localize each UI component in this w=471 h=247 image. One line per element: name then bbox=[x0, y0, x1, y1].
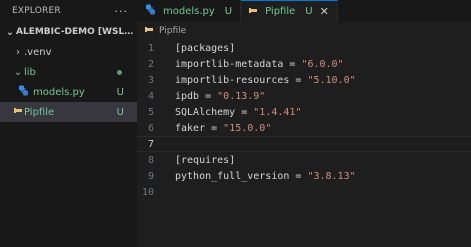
tree-item-label: .venv bbox=[24, 46, 52, 58]
explorer-header: EXPLORER ··· bbox=[0, 0, 137, 22]
python-file-icon bbox=[145, 4, 156, 18]
line-number: 10 bbox=[141, 186, 154, 198]
untracked-badge: U bbox=[116, 106, 124, 118]
pipfile-icon bbox=[145, 25, 155, 37]
line-number: 3 bbox=[147, 74, 154, 86]
code-key: python_full_version bbox=[175, 170, 290, 182]
code-string: "3.8.13" bbox=[307, 170, 356, 182]
breadcrumb-item[interactable]: Pipfile bbox=[159, 26, 186, 36]
tree-item-pipfile[interactable]: Pipfile U bbox=[0, 102, 137, 122]
line-number: 7 bbox=[147, 138, 154, 150]
code-text: [requires] bbox=[175, 154, 236, 166]
code-string: "15.0.0" bbox=[223, 122, 272, 134]
code-line: 8 [requires] bbox=[137, 152, 471, 168]
code-key: importlib-resources bbox=[175, 74, 290, 86]
tab-pipfile[interactable]: Pipfile U ✕ bbox=[241, 0, 338, 22]
python-file-icon bbox=[18, 85, 30, 99]
code-line: 9 python_full_version = "3.8.13" bbox=[137, 168, 471, 184]
code-operator: = bbox=[235, 106, 254, 118]
chevron-right-icon: › bbox=[16, 46, 20, 58]
tab-models-py[interactable]: models.py U bbox=[137, 0, 242, 22]
chevron-down-icon: ⌄ bbox=[13, 66, 23, 78]
code-line: 10 bbox=[137, 184, 471, 200]
tab-label: models.py bbox=[163, 5, 215, 17]
code-key: ipdb bbox=[175, 90, 200, 102]
tree-item-label: Pipfile bbox=[24, 106, 55, 118]
code-key: SQLAlchemy bbox=[175, 106, 236, 118]
code-operator: = bbox=[289, 74, 308, 86]
code-line: 6 faker = "15.0.0" bbox=[137, 120, 471, 136]
code-operator: = bbox=[283, 58, 302, 70]
line-number: 6 bbox=[147, 122, 154, 134]
pipfile-icon bbox=[249, 6, 258, 18]
code-operator: = bbox=[199, 90, 218, 102]
explorer-title: EXPLORER bbox=[12, 6, 61, 16]
line-number: 8 bbox=[147, 154, 154, 166]
more-actions-button[interactable]: ··· bbox=[115, 5, 129, 18]
code-text: [packages] bbox=[175, 42, 236, 54]
code-string: "5.10.0" bbox=[307, 74, 356, 86]
editor-tab-bar: models.py U Pipfile U ✕ bbox=[137, 0, 471, 22]
tree-item-venv[interactable]: › .venv bbox=[0, 42, 137, 62]
line-number: 4 bbox=[147, 90, 154, 102]
line-number: 1 bbox=[147, 42, 154, 54]
code-line: 5 SQLAlchemy = "1.4.41" bbox=[137, 104, 471, 120]
current-code-line: 7 bbox=[137, 136, 471, 152]
code-line: 4 ipdb = "0.13.9" bbox=[137, 88, 471, 104]
code-line: 3 importlib-resources = "5.10.0" bbox=[137, 72, 471, 88]
line-number: 2 bbox=[147, 58, 154, 70]
tree-item-label: models.py bbox=[33, 86, 85, 98]
tree-item-lib[interactable]: ⌄ lib bbox=[0, 62, 137, 82]
workspace-root-label: ALEMBIC-DEMO [WSL: UB... bbox=[16, 27, 134, 37]
code-key: importlib-metadata bbox=[175, 58, 284, 70]
chevron-down-icon: ⌄ bbox=[5, 26, 15, 38]
untracked-badge: U bbox=[116, 86, 124, 98]
code-string: "6.0.0" bbox=[301, 58, 344, 70]
code-line: 2 importlib-metadata = "6.0.0" bbox=[137, 56, 471, 72]
code-key: faker bbox=[175, 122, 206, 134]
tree-item-label: lib bbox=[24, 66, 36, 78]
untracked-badge: U bbox=[305, 6, 313, 17]
modified-dot-icon bbox=[117, 69, 122, 75]
explorer-sidebar: EXPLORER ··· ⌄ ALEMBIC-DEMO [WSL: UB... … bbox=[0, 0, 137, 247]
breadcrumb: Pipfile bbox=[137, 22, 471, 40]
workspace-root[interactable]: ⌄ ALEMBIC-DEMO [WSL: UB... bbox=[0, 22, 137, 42]
line-number: 9 bbox=[147, 170, 154, 182]
close-icon[interactable]: ✕ bbox=[320, 5, 329, 18]
pipfile-icon bbox=[12, 106, 24, 118]
code-operator: = bbox=[205, 122, 224, 134]
code-line: 1 [packages] bbox=[137, 40, 471, 56]
untracked-badge: U bbox=[224, 5, 233, 17]
tab-label: Pipfile bbox=[265, 6, 296, 17]
code-string: "0.13.9" bbox=[217, 90, 266, 102]
code-string: "1.4.41" bbox=[253, 106, 302, 118]
code-editor[interactable]: 1 [packages] 2 importlib-metadata = "6.0… bbox=[137, 40, 471, 247]
code-operator: = bbox=[289, 170, 308, 182]
line-number: 5 bbox=[147, 106, 154, 118]
tree-item-models-py[interactable]: models.py U bbox=[0, 82, 137, 102]
